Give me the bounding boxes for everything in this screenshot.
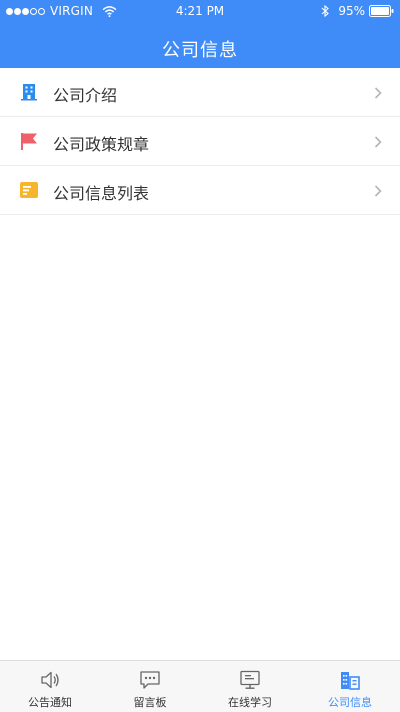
menu-item-company-intro[interactable]: 公司介绍 — [0, 68, 400, 117]
bluetooth-icon — [321, 5, 330, 17]
menu-item-company-policies[interactable]: 公司政策规章 — [0, 117, 400, 166]
tab-announcements[interactable]: 公告通知 — [0, 661, 100, 712]
battery-percentage: 95% — [338, 4, 365, 18]
menu-item-company-info-list[interactable]: 公司信息列表 — [0, 166, 400, 215]
status-bar: VIRGIN 4:21 PM 95% — [0, 0, 400, 24]
chat-bubble-icon — [140, 671, 160, 689]
tab-label: 在线学习 — [228, 696, 272, 709]
page-title: 公司信息 — [162, 40, 238, 61]
flag-icon — [21, 133, 37, 150]
status-right: 95% — [321, 4, 394, 18]
app-screen: VIRGIN 4:21 PM 95% 公司信息 公司介绍 公司政策规章 公司信息… — [0, 0, 400, 712]
header: VIRGIN 4:21 PM 95% 公司信息 — [0, 0, 400, 68]
tab-bar: 公告通知 留言板 在线学习 公司信息 — [0, 660, 400, 712]
company-building-icon — [341, 672, 360, 690]
tab-label: 公司信息 — [328, 696, 372, 709]
menu-item-label: 公司政策规章 — [53, 135, 150, 154]
menu-list: 公司介绍 公司政策规章 公司信息列表 — [0, 68, 400, 215]
menu-item-label: 公司介绍 — [53, 86, 118, 105]
tab-label: 留言板 — [133, 696, 167, 709]
tab-message-board[interactable]: 留言板 — [100, 661, 200, 712]
chevron-right-icon — [374, 136, 382, 148]
menu-item-label: 公司信息列表 — [53, 184, 150, 203]
tab-online-learning[interactable]: 在线学习 — [200, 661, 300, 712]
monitor-icon — [240, 670, 260, 689]
battery-icon — [369, 5, 394, 17]
chevron-right-icon — [374, 185, 382, 197]
tab-label: 公告通知 — [28, 696, 72, 709]
tab-company-info[interactable]: 公司信息 — [300, 661, 400, 712]
document-list-icon — [20, 182, 38, 198]
speaker-icon — [41, 671, 59, 689]
chevron-right-icon — [374, 87, 382, 99]
building-icon — [21, 84, 37, 101]
